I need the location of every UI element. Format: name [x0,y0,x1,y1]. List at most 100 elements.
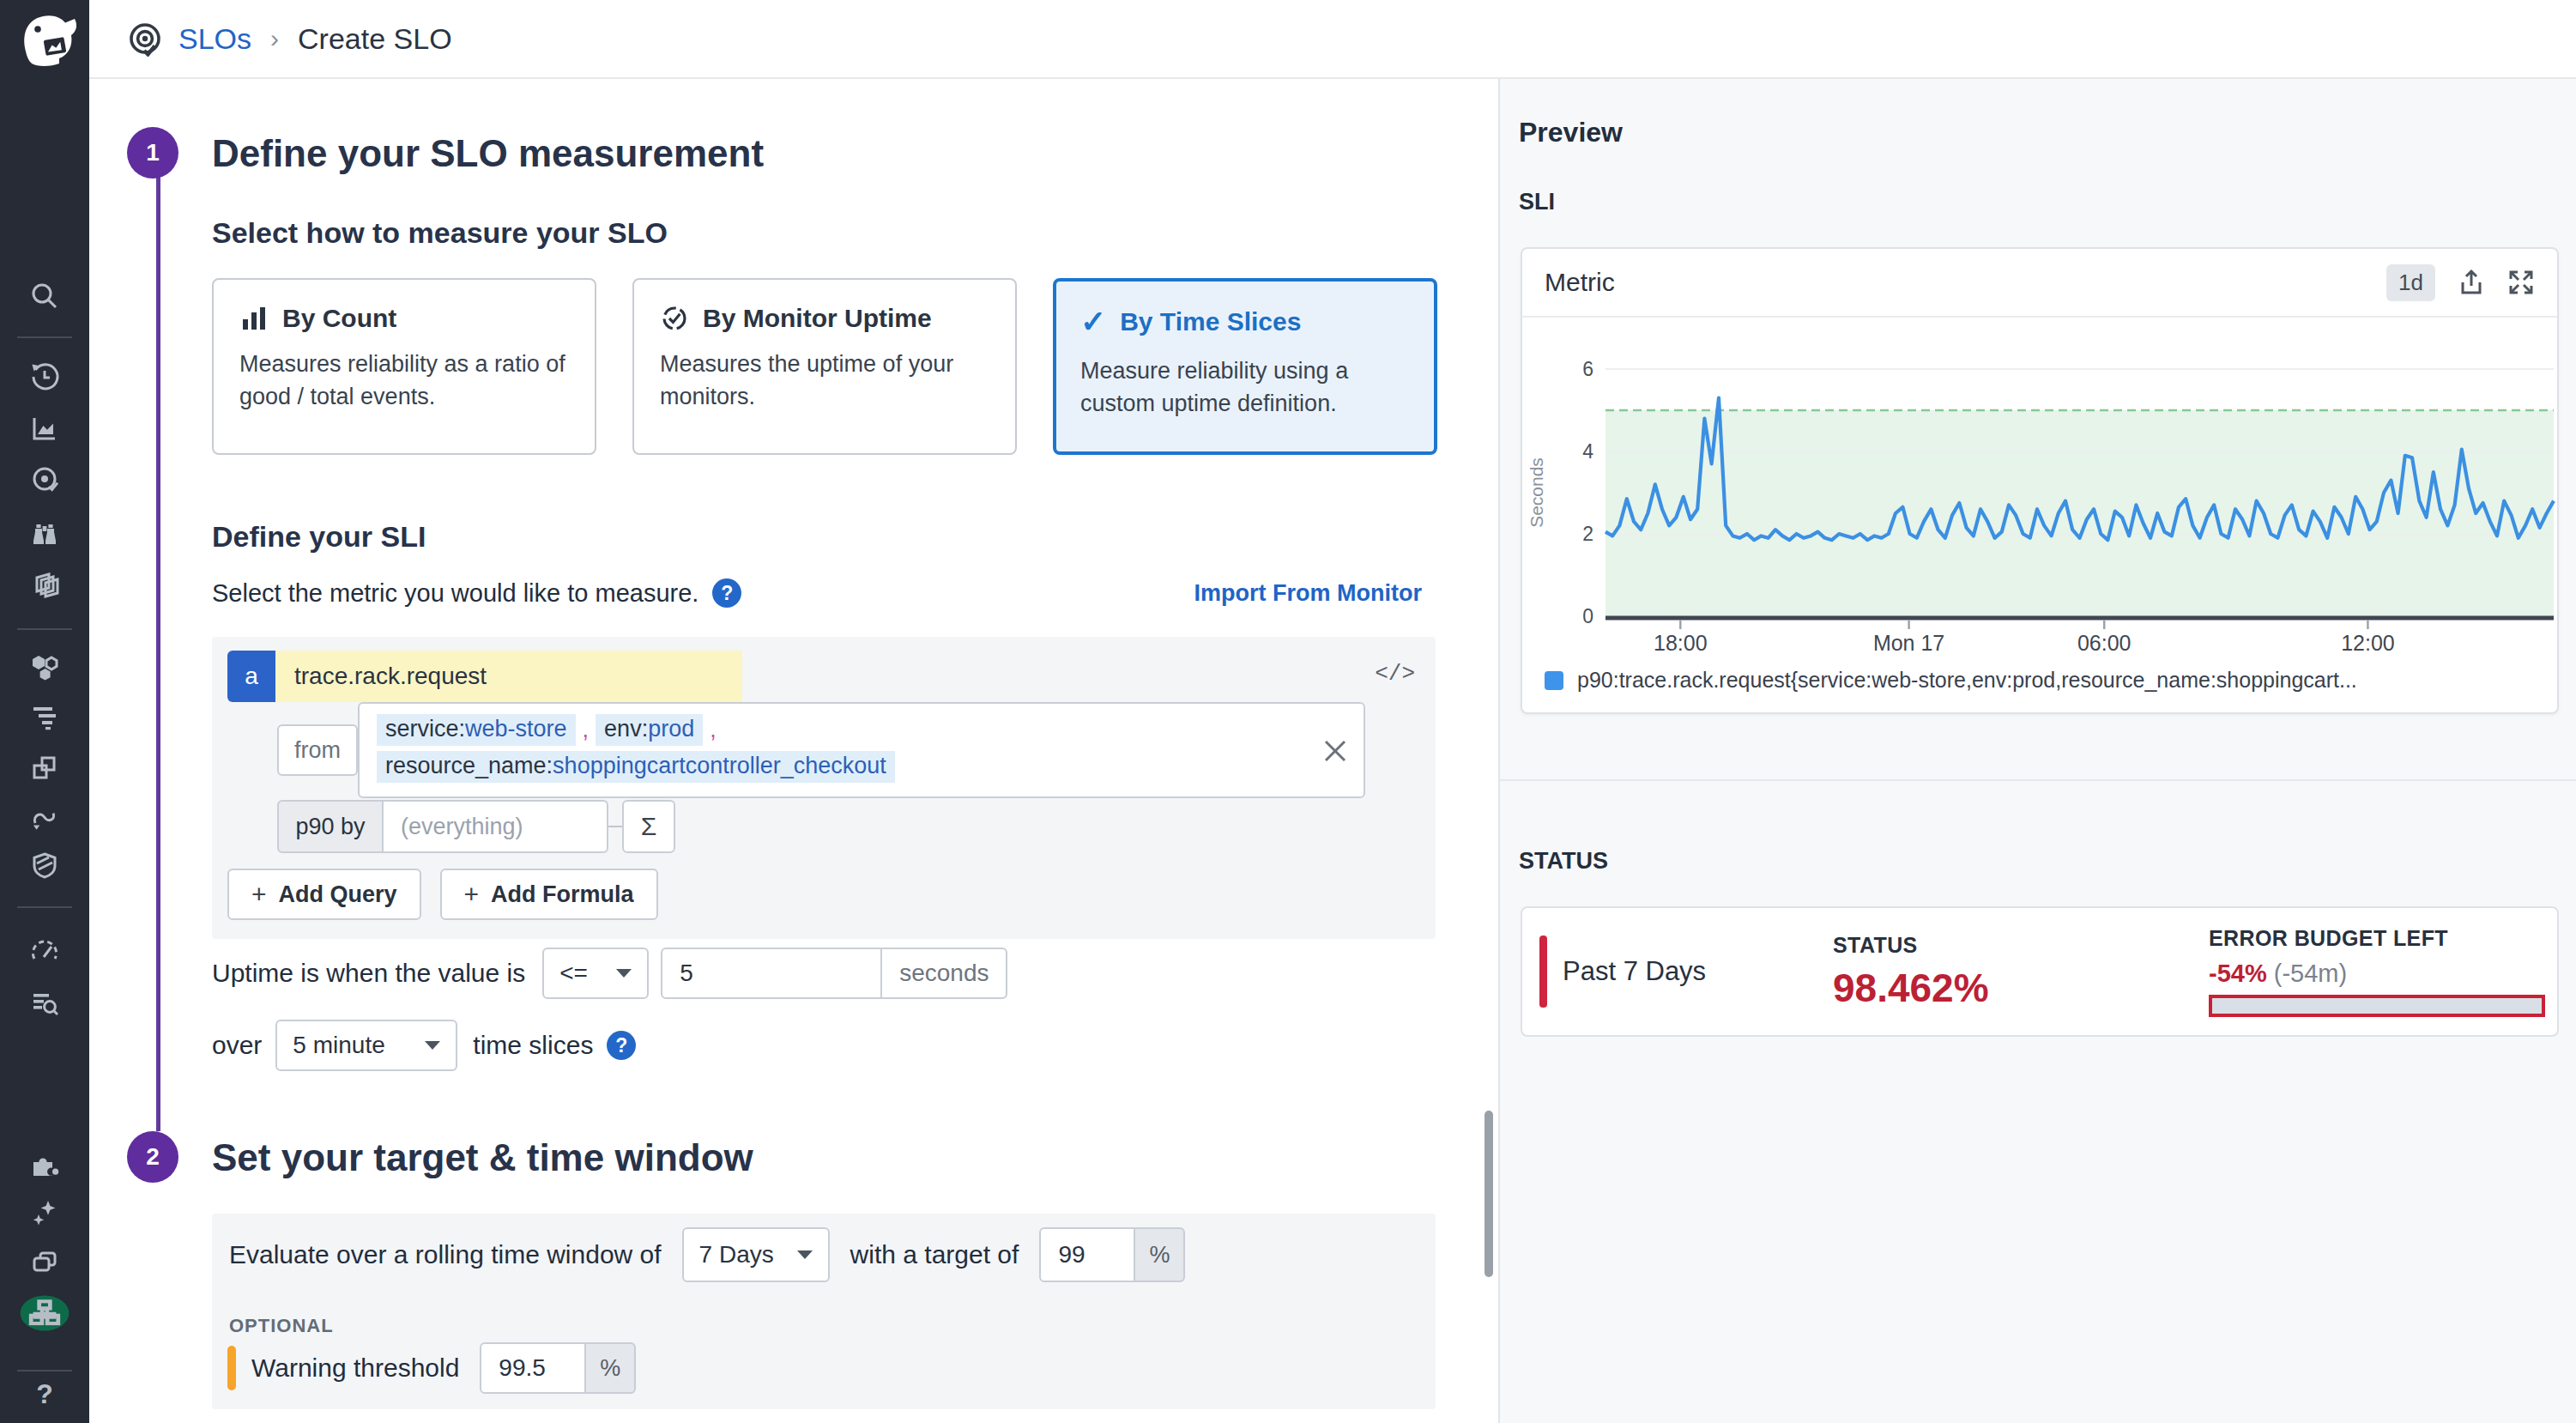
threshold-input[interactable]: 5 [661,948,882,999]
time-slice-select[interactable]: 5 minute [275,1020,457,1071]
svg-text:18:00: 18:00 [1654,631,1708,654]
sidebar-item-integrations[interactable] [0,1148,89,1181]
method-card-by-time-slices[interactable]: ✓By Time Slices Measure reliability usin… [1053,278,1437,455]
measure-subtitle: Select how to measure your SLO [212,216,668,250]
legend-swatch [1545,671,1563,690]
code-view-icon[interactable]: </> [1375,661,1415,687]
log-search-icon [28,987,61,1020]
export-icon[interactable] [2458,269,2485,296]
method-card-by-monitor-uptime[interactable]: By Monitor Uptime Measures the uptime of… [632,278,1017,455]
tag-separator: , [710,717,717,743]
status-label: STATUS [1833,933,2209,958]
sidebar-item-workspaces[interactable] [0,1246,89,1279]
windows-icon [28,752,61,784]
percent-addon: % [586,1342,636,1394]
status-card: Past 7 Days STATUS 98.462% ERROR BUDGET … [1521,906,2559,1037]
slo-breadcrumb-icon [127,21,163,57]
section-2-title: Set your target & time window [212,1136,753,1179]
sidebar-item-active-app[interactable] [0,1296,89,1335]
sidebar-item-performance[interactable] [0,936,89,968]
add-query-button[interactable]: +Add Query [227,869,421,920]
sidebar-divider [17,906,72,908]
sidebar-item-slos[interactable] [0,463,89,496]
help-icon[interactable]: ? [712,578,741,608]
scrollbar-thumb[interactable] [1485,1111,1493,1277]
fullscreen-icon[interactable] [2507,269,2535,296]
preview-title: Preview [1519,117,1623,148]
topbar: SLOs › Create SLO [89,0,2576,79]
status-value: 98.462% [1833,965,2209,1011]
app: ? SLOs › Create SLO 1 Define your SLO me… [0,0,2576,1423]
svg-text:Seconds: Seconds [1527,457,1546,528]
layers-icon [28,570,61,603]
svg-text:06:00: 06:00 [2077,631,2132,654]
chevron-down-icon [797,1250,813,1259]
chevron-down-icon [425,1041,440,1050]
check-icon: ✓ [1080,304,1106,340]
sidebar-item-watchdog[interactable] [0,517,89,549]
from-label: from [277,724,358,776]
sidebar-item-dashboards[interactable] [0,752,89,784]
sidebar-item-software-catalog[interactable] [0,570,89,603]
filter-tag[interactable]: service:web-store [377,714,576,746]
filter-tag[interactable]: resource_name:shoppingcartcontroller_che… [377,751,895,783]
chart-legend[interactable]: p90:trace.rack.request{service:web-store… [1545,668,2540,693]
svg-text:0: 0 [1582,605,1593,627]
sidebar-item-log-explorer[interactable] [0,987,89,1020]
step-1-badge: 1 [127,127,178,179]
filter-tags-input[interactable]: service:web-store , env:prod , resource_… [358,702,1365,798]
sidebar-item-metrics[interactable] [0,412,89,445]
svg-text:4: 4 [1582,440,1593,463]
target-window-box: Evaluate over a rolling time window of 7… [212,1214,1436,1409]
sidebar-item-help[interactable]: ? [0,1378,89,1410]
sidebar-item-logs[interactable] [0,700,89,733]
plus-icon: + [464,880,480,909]
area-chart-icon [28,412,61,445]
method-card-by-count[interactable]: By Count Measures reliability as a ratio… [212,278,596,455]
target-label: with a target of [850,1240,1019,1269]
sli-line-chart[interactable]: 0246Seconds18:00Mon 1706:0012:00 [1522,318,2557,654]
question-icon: ? [36,1378,53,1410]
svg-text:2: 2 [1582,523,1593,545]
target-input[interactable]: 99 [1039,1227,1135,1282]
time-slices-label: time slices [473,1031,593,1060]
select-metric-label: Select the metric you would like to meas… [212,579,698,608]
filter-tag[interactable]: env:prod [596,714,703,746]
help-icon[interactable]: ? [607,1031,636,1060]
time-range-chip[interactable]: 1d [2386,264,2435,301]
add-formula-button[interactable]: +Add Formula [440,869,658,920]
shield-icon [28,850,61,882]
window-select[interactable]: 7 Days [682,1227,830,1282]
metric-chart-card: Metric 1d 0246Seconds18:00Mon 1706:0012:… [1521,247,2559,714]
comparator-select[interactable]: <= [542,948,649,999]
sidebar-divider [17,1370,72,1372]
import-from-monitor-link[interactable]: Import From Monitor [1194,580,1422,607]
sidebar-item-infrastructure[interactable] [0,651,89,683]
sidebar-divider [17,628,72,630]
sidebar-item-search[interactable] [0,280,89,312]
sidebar-item-bits-ai[interactable] [0,1196,89,1229]
chart-title: Metric [1545,268,1615,297]
metric-name-input[interactable]: trace.rack.request [275,651,742,702]
aggregation-label[interactable]: p90 by [277,800,384,853]
page-title: Create SLO [298,22,452,56]
percent-addon: % [1135,1227,1185,1282]
sidebar-item-app-security[interactable] [0,850,89,882]
svg-text:12:00: 12:00 [2341,631,2395,654]
sidebar-item-history[interactable] [0,360,89,393]
clear-filters-icon[interactable] [1324,740,1346,762]
warning-input[interactable]: 99.5 [480,1342,586,1394]
method-card-desc: Measure reliability using a custom uptim… [1080,355,1410,421]
section-1-title: Define your SLO measurement [212,132,764,175]
clock-history-icon [28,360,61,393]
log-list-icon [28,700,61,733]
over-label: over [212,1031,262,1060]
copy-windows-icon [28,1246,61,1279]
breadcrumb-slos-link[interactable]: SLOs [178,22,251,56]
datadog-logo[interactable] [10,5,79,70]
panel-divider [1500,779,2576,781]
sli-label: SLI [1519,189,1555,215]
sigma-button[interactable]: Σ [622,800,675,853]
sidebar-item-apm[interactable] [0,802,89,834]
group-by-input[interactable]: (everything) [384,800,608,853]
